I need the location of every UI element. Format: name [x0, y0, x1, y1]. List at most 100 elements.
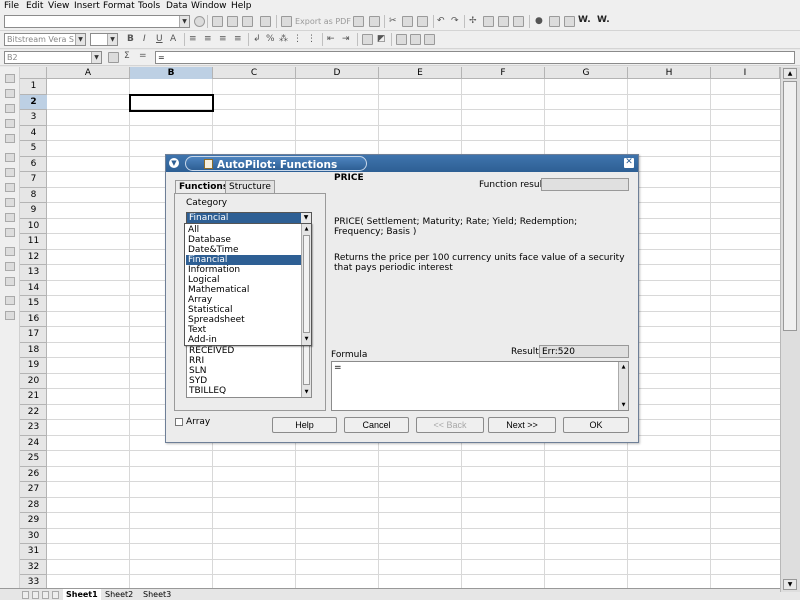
category-option[interactable]: Logical	[186, 275, 301, 285]
menu-view[interactable]: View	[48, 0, 69, 13]
open-folder-icon[interactable]	[227, 16, 238, 27]
vertical-scrollbar[interactable]: ▲ ▼	[780, 67, 800, 592]
scroll-down-icon[interactable]: ▼	[302, 388, 311, 396]
category-option[interactable]: Text	[186, 325, 301, 335]
category-option[interactable]: Spreadsheet	[186, 315, 301, 325]
menu-tools[interactable]: Tools	[138, 0, 160, 13]
split-cells-icon[interactable]	[410, 34, 421, 45]
list-item[interactable]: SYD	[189, 376, 207, 386]
column-header-a[interactable]: A	[47, 67, 130, 79]
column-header-i[interactable]: I	[711, 67, 780, 79]
cut-icon[interactable]: ✂	[389, 16, 397, 27]
menu-help[interactable]: Help	[231, 0, 252, 13]
column-header-f[interactable]: F	[462, 67, 545, 79]
row-header[interactable]: 30	[20, 529, 47, 544]
scroll-down-icon[interactable]: ▼	[783, 579, 797, 590]
row-header[interactable]: 23	[20, 420, 47, 436]
row-header[interactable]: 31	[20, 544, 47, 560]
row-header[interactable]: 27	[20, 482, 47, 498]
ok-button[interactable]: OK	[563, 417, 629, 433]
gallery-icon[interactable]	[549, 16, 560, 27]
name-box[interactable]: B2 ▼	[4, 51, 102, 64]
edit-document-icon[interactable]	[260, 16, 271, 27]
show-draw-functions-icon[interactable]	[5, 311, 15, 320]
sort-ascending-icon[interactable]	[5, 247, 15, 256]
row-header[interactable]: 26	[20, 467, 47, 482]
italic-icon[interactable]: I	[143, 34, 146, 45]
autofilter-icon[interactable]	[5, 277, 15, 286]
paste-icon[interactable]	[417, 16, 428, 27]
undo-icon[interactable]: ↶	[437, 16, 445, 27]
tab-functions[interactable]: Functions	[175, 180, 233, 194]
row-header[interactable]: 8	[20, 188, 47, 203]
cancel-button[interactable]: Cancel	[344, 417, 409, 433]
array-checkbox[interactable]	[175, 418, 183, 426]
chevron-down-icon[interactable]: ▼	[91, 52, 101, 63]
menu-edit[interactable]: Edit	[26, 0, 43, 13]
increase-indent-icon[interactable]: ⇥	[342, 34, 350, 45]
category-option[interactable]: Financial	[186, 255, 301, 265]
menu-data[interactable]: Data	[166, 0, 188, 13]
new-document-icon[interactable]	[212, 16, 223, 27]
first-sheet-icon[interactable]	[22, 591, 29, 599]
copy-icon[interactable]	[402, 16, 413, 27]
row-header[interactable]: 13	[20, 265, 47, 281]
sort-icon[interactable]	[483, 16, 494, 27]
row-header[interactable]: 6	[20, 157, 47, 172]
navigator-icon[interactable]	[564, 16, 575, 27]
row-header[interactable]: 24	[20, 436, 47, 451]
insert-cells-icon[interactable]	[5, 153, 15, 162]
delete-decimal-icon[interactable]: ⋮	[307, 34, 316, 45]
insert-table-icon[interactable]	[5, 89, 15, 98]
form-controls-icon[interactable]	[5, 134, 15, 143]
select-icon[interactable]	[5, 74, 15, 83]
merge-cells-icon[interactable]	[396, 34, 407, 45]
font-color-icon[interactable]: A	[170, 34, 176, 45]
formula-input[interactable]: =	[155, 51, 795, 64]
hyperlink-icon[interactable]: ✢	[469, 16, 477, 27]
sheet-tab-3[interactable]: Sheet3	[140, 589, 174, 600]
chevron-down-icon[interactable]: ▼	[75, 34, 85, 45]
category-dropdown-list[interactable]: ▲ ▼ All Database Date&Time Financial Informa…	[184, 223, 312, 346]
chevron-down-icon[interactable]: ▼	[107, 34, 117, 45]
web-icon[interactable]: W.	[597, 15, 610, 26]
table-icon[interactable]	[424, 34, 435, 45]
background-color-icon[interactable]: ◩	[377, 34, 386, 45]
menu-insert[interactable]: Insert	[74, 0, 100, 13]
scroll-up-icon[interactable]: ▲	[783, 68, 797, 79]
find-replace-icon[interactable]	[5, 213, 15, 222]
percent-icon[interactable]: %	[266, 34, 275, 45]
menu-window[interactable]: Window	[191, 0, 227, 13]
dialog-titlebar[interactable]: ▼ AutoPilot: Functions ✕	[166, 155, 638, 172]
font-size-combo[interactable]: ▼	[90, 33, 118, 46]
formula-scrollbar[interactable]: ▲ ▼	[618, 362, 628, 410]
row-header[interactable]: 28	[20, 498, 47, 513]
record-icon[interactable]: ●	[535, 16, 543, 27]
row-header[interactable]: 2	[20, 94, 47, 110]
print-icon[interactable]	[353, 16, 364, 27]
category-option[interactable]: All	[186, 225, 301, 235]
list-item[interactable]: TBILLEQ	[189, 386, 226, 396]
category-option[interactable]: Date&Time	[186, 245, 301, 255]
row-header[interactable]: 11	[20, 234, 47, 250]
window-menu-icon[interactable]: ▼	[169, 158, 179, 168]
spellcheck-icon[interactable]	[5, 183, 15, 192]
formula-editor[interactable]: = ▲ ▼	[331, 361, 629, 411]
sheet-tab-2[interactable]: Sheet2	[102, 589, 136, 600]
align-center-icon[interactable]: ≡	[204, 34, 212, 45]
close-icon[interactable]: ✕	[624, 158, 634, 168]
column-header-g[interactable]: G	[545, 67, 628, 79]
autospellcheck-icon[interactable]	[5, 198, 15, 207]
select-all-corner[interactable]	[20, 67, 47, 79]
insert-fields-icon[interactable]	[5, 168, 15, 177]
row-header[interactable]: 1	[20, 79, 47, 95]
sheet-tab-1[interactable]: Sheet1	[63, 589, 101, 600]
row-header[interactable]: 25	[20, 451, 47, 467]
url-combo[interactable]: ▼	[4, 15, 190, 28]
row-header[interactable]: 16	[20, 312, 47, 327]
decrease-indent-icon[interactable]: ⇤	[327, 34, 335, 45]
list-item[interactable]: RRI	[189, 356, 204, 366]
last-sheet-icon[interactable]	[52, 591, 59, 599]
font-name-combo[interactable]: Bitstream Vera S ▼	[4, 33, 86, 46]
category-option[interactable]: Array	[186, 295, 301, 305]
